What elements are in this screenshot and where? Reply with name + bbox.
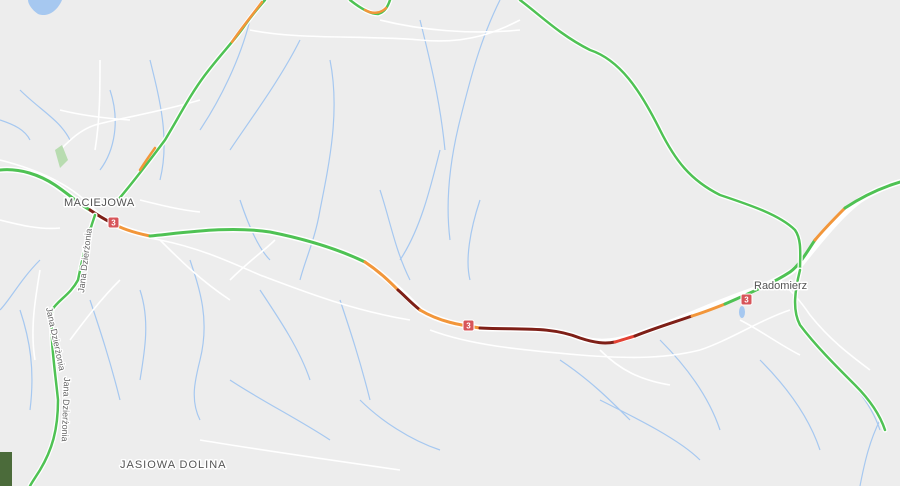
land-area <box>0 0 900 486</box>
place-label-maciejowa[interactable]: MACIEJOWA <box>63 196 136 211</box>
route-shield-2: 3 <box>462 319 475 332</box>
map-layer: 3 3 3 MACIEJOWA Radomierz JASIOWA DOLINA… <box>0 0 900 486</box>
route-shield-3: 3 <box>740 293 753 306</box>
svg-text:3: 3 <box>466 322 471 331</box>
pond <box>739 306 745 318</box>
place-label-jasiowa-dolina[interactable]: JASIOWA DOLINA <box>119 458 228 473</box>
route-shield-1: 3 <box>107 216 120 229</box>
place-label-radomierz[interactable]: Radomierz <box>753 279 809 294</box>
imagery-corner <box>0 452 12 486</box>
svg-text:3: 3 <box>744 296 749 305</box>
svg-text:3: 3 <box>111 219 116 228</box>
map-canvas[interactable]: 3 3 3 MACIEJOWA Radomierz JASIOWA DOLINA… <box>0 0 900 486</box>
